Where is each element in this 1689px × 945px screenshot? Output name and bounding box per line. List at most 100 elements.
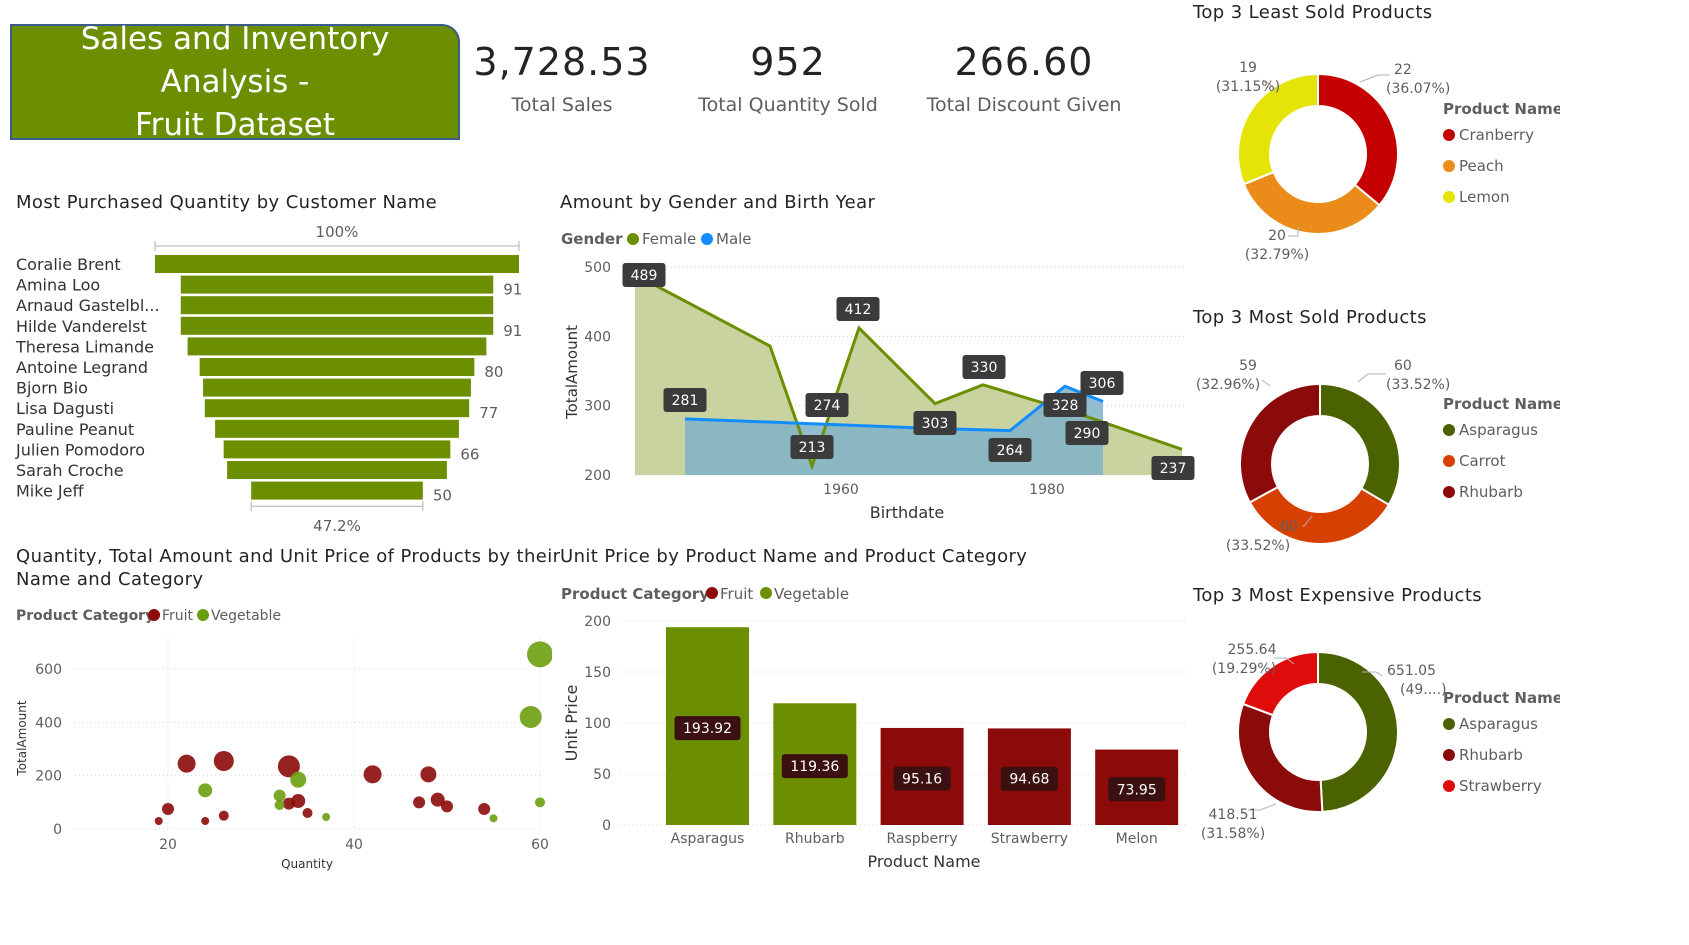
bar-yaxis-title: Unit Price [562, 685, 581, 762]
scatter-point-fruit [177, 754, 196, 773]
bar-xaxis-title: Product Name [867, 852, 980, 871]
scatter-point-fruit [154, 817, 163, 825]
scatter-ytick-label: 200 [35, 769, 62, 785]
scatter-point-fruit [218, 810, 229, 821]
donut-legend-label: Lemon [1459, 188, 1510, 206]
scatter-point-vegetable [198, 783, 213, 798]
bar-legend-title: Product Category [561, 585, 709, 603]
kpi-total-sales-label: Total Sales [511, 94, 613, 116]
donut-least-sold-title: Top 3 Least Sold Products [1193, 2, 1433, 23]
bar-chart: Product Category Fruit Vegetable 200 150 100 5… [561, 585, 1185, 871]
donut-slice-rhubarb [1237, 702, 1324, 813]
donut-slice-asparagus [1319, 382, 1401, 507]
area-xtick-label: 1960 [823, 482, 859, 498]
donut-legend-marker [1443, 780, 1455, 792]
funnel-bar [251, 481, 423, 500]
funnel-bar [180, 316, 494, 335]
funnel-data-label: 50 [433, 487, 452, 505]
bar-category-label: Melon [1116, 831, 1158, 847]
funnel-bar [180, 275, 494, 294]
donut-legend-label: Carrot [1459, 452, 1506, 470]
funnel-bar [223, 440, 451, 459]
bar-legend-vegetable-marker [760, 587, 772, 599]
donut-least-sold: 22 (36.07%) 20 (32.79%) 19 (31.15%) Product Na… [1216, 60, 1560, 263]
scatter-point-vegetable [273, 789, 286, 802]
funnel-data-label: 91 [503, 322, 522, 340]
donut-legend-label: Rhubarb [1459, 483, 1523, 501]
scatter-xtick-label: 20 [159, 837, 177, 853]
donut-percent-label: (32.96%) [1196, 377, 1260, 393]
area-ytick-label: 500 [584, 260, 611, 276]
funnel-bar [203, 378, 471, 397]
scatter-point-vegetable [274, 800, 285, 810]
donut-percent-label: (19.29%) [1212, 661, 1276, 677]
scatter-legend-fruit-label: Fruit [162, 608, 194, 624]
scatter-legend-vegetable-marker [197, 609, 209, 621]
donut-slice-rhubarb [1239, 382, 1321, 504]
funnel-data-label: 80 [484, 363, 503, 381]
donut-leader-line [1261, 379, 1271, 387]
area-female-data-label: 213 [799, 440, 826, 456]
area-male-data-label: 274 [814, 398, 841, 414]
donut-percent-label: (31.58%) [1201, 826, 1265, 842]
donut-value-label: 60 [1394, 358, 1412, 374]
scatter-ytick-label: 400 [35, 715, 62, 731]
bar-legend-vegetable-label: Vegetable [774, 585, 849, 603]
funnel-category-label: Mike Jeff [16, 482, 84, 501]
area-female-data-label: 237 [1160, 461, 1187, 477]
scatter-point-fruit [441, 800, 453, 813]
donut-value-label: 22 [1394, 62, 1412, 78]
area-xtick-label: 1980 [1029, 482, 1065, 498]
donut-leader-line [1357, 373, 1386, 383]
donut-percent-label: (32.79%) [1245, 247, 1309, 263]
bar-value-label: 73.95 [1117, 782, 1157, 798]
donut-most-expensive-title: Top 3 Most Expensive Products [1193, 585, 1483, 606]
donut-value-label: 255.64 [1228, 642, 1277, 658]
area-legend-female-marker [627, 233, 639, 245]
funnel-bottom-label: 47.2% [313, 517, 361, 535]
funnel-category-label: Julien Pomodoro [15, 440, 145, 459]
funnel-data-label: 77 [479, 404, 498, 422]
scatter-yaxis-title: TotalAmount [15, 700, 29, 776]
funnel-bar [215, 419, 459, 438]
area-legend-male-label: Male [716, 230, 752, 248]
scatter-xtick-label: 60 [531, 837, 549, 853]
scatter-point-vegetable [322, 813, 331, 821]
bar-legend-fruit-marker [706, 587, 718, 599]
donut-value-label: 60 [1280, 519, 1298, 535]
funnel-bar [187, 337, 487, 356]
scatter-point-fruit [478, 803, 491, 815]
funnel-bar [199, 358, 475, 376]
donut-legend-label: Asparagus [1459, 421, 1538, 439]
funnel-data-label: 66 [460, 445, 479, 463]
scatter-point-vegetable [527, 641, 552, 668]
donut-legend-title: Product Name [1443, 395, 1560, 413]
funnel-bar [227, 461, 447, 479]
scatter-legend-vegetable-label: Vegetable [211, 608, 281, 624]
bar-ytick-label: 50 [593, 767, 611, 783]
bar-category-label: Raspberry [886, 831, 957, 847]
area-xaxis-title: Birthdate [870, 503, 945, 522]
funnel-bar [180, 296, 494, 315]
bar-category-label: Asparagus [671, 831, 745, 847]
funnel-top-label: 100% [316, 223, 359, 241]
area-female-data-label: 330 [971, 360, 998, 376]
scatter-ytick-label: 600 [35, 662, 62, 678]
donut-value-label: 19 [1239, 60, 1257, 76]
kpi-total-sales-value: 3,728.53 [473, 40, 651, 84]
scatter-point-fruit [213, 751, 234, 771]
bar-ytick-label: 0 [602, 818, 611, 834]
funnel-bar [155, 255, 519, 273]
area-male-data-label: 281 [672, 393, 699, 409]
donut-legend-marker [1443, 718, 1455, 730]
bar-value-label: 119.36 [790, 759, 839, 775]
kpi-total-discount-label: Total Discount Given [926, 94, 1122, 116]
area-male-data-label: 264 [997, 443, 1024, 459]
bar-value-label: 94.68 [1009, 772, 1049, 788]
donut-percent-label: (33.52%) [1386, 377, 1450, 393]
donut-percent-label: (31.15%) [1216, 79, 1280, 95]
donut-slice-asparagus [1317, 650, 1399, 813]
area-legend-title: Gender [561, 230, 623, 248]
area-female-data-label: 412 [845, 302, 872, 318]
scatter-point-vegetable [519, 706, 542, 728]
